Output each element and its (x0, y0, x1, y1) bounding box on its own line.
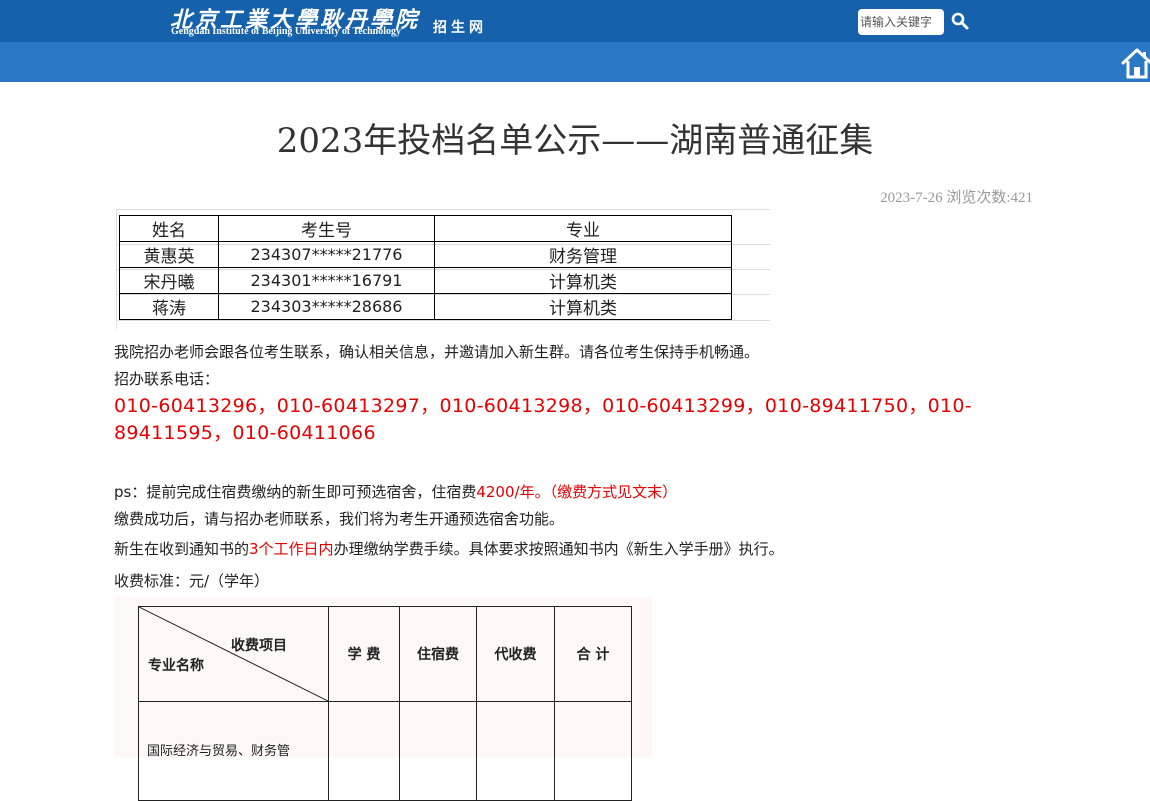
corner-bottom-label: 专业名称 (148, 658, 204, 674)
admissions-table: 姓名 考生号 专业 黄惠英 234307*****21776 财务管理 宋丹曦 … (119, 215, 732, 320)
home-icon[interactable] (1121, 46, 1150, 80)
deadline-text-a: 新生在收到通知书的 (114, 540, 250, 558)
fee-column-header: 住宿费 (399, 606, 477, 702)
major-cell: 计算机类 (434, 293, 732, 320)
grid-line (116, 320, 770, 321)
grid-line (116, 209, 117, 329)
column-header: 姓名 (119, 215, 219, 242)
contact-label: 招办联系电话： (114, 370, 220, 388)
name-cell: 蒋涛 (119, 293, 219, 320)
major-cell: 财务管理 (434, 241, 732, 268)
fee-row: 国际经济与贸易、财务管 (138, 701, 632, 801)
deadline-highlight: 3个工作日内 (249, 540, 334, 558)
exam-id-cell: 234301*****16791 (218, 267, 435, 294)
ps-notice: ps：提前完成住宿费缴纳的新生即可预选宿舍，住宿费4200/年。（缴费方式见文末… (114, 481, 677, 502)
fee-column-header: 代收费 (476, 606, 555, 702)
fee-column-header: 学 费 (328, 606, 400, 702)
fee-column-header: 合 计 (554, 606, 632, 702)
fee-cell (476, 701, 555, 801)
major-name-cell: 国际经济与贸易、财务管 (138, 701, 329, 801)
ps-fee: 4200/年。（缴费方式见文末） (476, 483, 678, 501)
search-icon[interactable] (950, 11, 970, 31)
fee-header-row: 收费项目 专业名称 学 费 住宿费 代收费 合 计 (138, 606, 632, 702)
ps-followup: 缴费成功后，请与招办老师联系，我们将为考生开通预选宿舍功能。 (114, 510, 565, 528)
search-input[interactable] (858, 9, 944, 35)
contact-notice: 我院招办老师会跟各位考生联系，确认相关信息，并邀请加入新生群。请各位考生保持手机… (114, 343, 760, 361)
exam-id-cell: 234307*****21776 (218, 241, 435, 268)
fee-cell (328, 701, 400, 801)
table-header-row: 姓名 考生号 专业 (119, 215, 732, 242)
publish-date: 2023-7-26 (880, 190, 943, 206)
exam-id-cell: 234303*****28686 (218, 293, 435, 320)
article-meta: 2023-7-26 浏览次数:421 (880, 186, 1033, 207)
views-label: 浏览次数: (946, 190, 1011, 206)
fee-cell (554, 701, 632, 801)
table-row: 黄惠英 234307*****21776 财务管理 (119, 241, 732, 268)
deadline-text-b: 办理缴纳学费手续。具体要求按照通知书内《新生入学手册》执行。 (333, 540, 784, 558)
fee-cell (399, 701, 477, 801)
corner-cell: 收费项目 专业名称 (138, 606, 329, 702)
fee-standard-label: 收费标准：元/（学年） (114, 572, 270, 590)
views-count: 421 (1010, 190, 1034, 206)
logo-subtitle: 招生网 (433, 20, 487, 36)
major-cell: 计算机类 (434, 267, 732, 294)
column-header: 考生号 (218, 215, 435, 242)
fee-table: 收费项目 专业名称 学 费 住宿费 代收费 合 计 国际经济与贸易、财务管 (138, 606, 632, 801)
grid-line (116, 209, 770, 210)
table-row: 蒋涛 234303*****28686 计算机类 (119, 293, 732, 320)
payment-deadline: 新生在收到通知书的3个工作日内办理缴纳学费手续。具体要求按照通知书内《新生入学手… (114, 538, 784, 559)
name-cell: 黄惠英 (119, 241, 219, 268)
corner-top-label: 收费项目 (231, 638, 287, 654)
nav-bar (0, 42, 1150, 82)
column-header: 专业 (434, 215, 732, 242)
ps-text: ps：提前完成住宿费缴纳的新生即可预选宿舍，住宿费 (114, 483, 477, 501)
phone-numbers: 010-60413296，010-60413297，010-60413298，0… (114, 395, 972, 444)
logo-english[interactable]: Gengdan Institute of Beijing University … (171, 26, 401, 37)
name-cell: 宋丹曦 (119, 267, 219, 294)
table-row: 宋丹曦 234301*****16791 计算机类 (119, 267, 732, 294)
page-title: 2023年投档名单公示——湖南普通征集 (276, 121, 874, 161)
